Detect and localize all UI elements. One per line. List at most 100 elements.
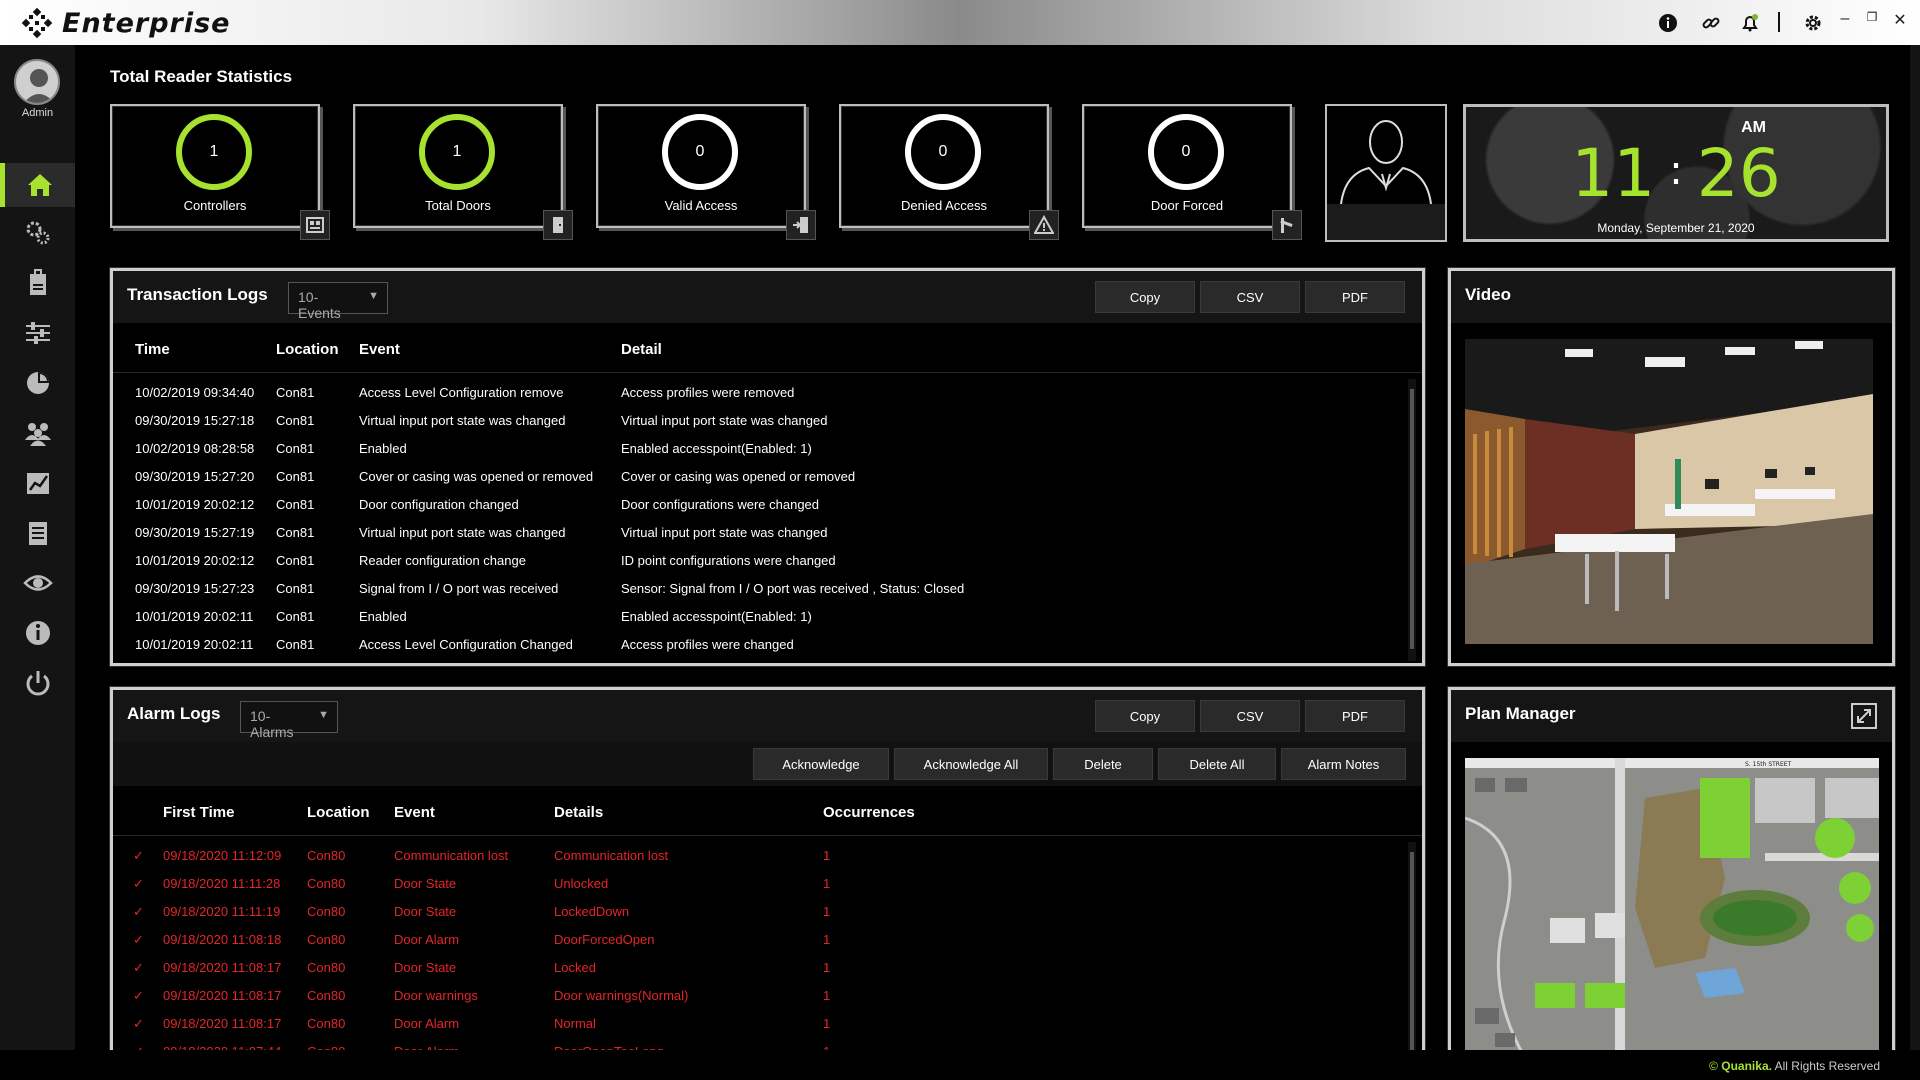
csv-button[interactable]: CSV <box>1200 281 1300 313</box>
current-user-card[interactable] <box>1325 104 1447 242</box>
stat-card-denied-access[interactable]: 0 Denied Access <box>839 104 1059 240</box>
clock-minutes: 26 <box>1696 135 1781 212</box>
alarm-row[interactable]: ✓ 09/18/2020 11:12:09 Con80 Communication l… <box>113 842 1422 870</box>
table-row[interactable]: 10/02/2019 08:28:58 Con81 Enabled Enabled a… <box>113 435 1422 463</box>
alarm-check-icon[interactable]: ✓ <box>133 932 144 948</box>
delete-button[interactable]: Delete <box>1053 748 1153 780</box>
alarm-check-icon[interactable]: ✓ <box>133 876 144 892</box>
csv-button[interactable]: CSV <box>1200 700 1300 732</box>
column-time[interactable]: Time <box>135 341 170 358</box>
avatar[interactable] <box>14 59 60 105</box>
settings-gears-icon <box>26 221 49 245</box>
cell-event: Communication lost <box>394 848 509 863</box>
cell-detail: Sensor: Signal from I / O port was recei… <box>621 581 965 596</box>
table-row[interactable]: 10/01/2019 20:02:12 Con81 Door configurati… <box>113 491 1422 519</box>
minimize-button[interactable]: – <box>1835 10 1855 34</box>
controller-icon <box>300 210 330 240</box>
alarm-notes-button[interactable]: Alarm Notes <box>1281 748 1406 780</box>
cell-time: 10/01/2019 20:02:12 <box>135 497 255 512</box>
cell-time: 09/30/2019 15:27:23 <box>135 581 255 596</box>
column-event[interactable]: Event <box>394 804 435 821</box>
alarm-row[interactable]: ✓ 09/18/2020 11:08:18 Con80 Door Alarm DoorF… <box>113 926 1422 954</box>
sidebar-item-documents[interactable] <box>0 511 75 555</box>
sidebar-item-settings[interactable] <box>0 211 75 255</box>
alarm-row[interactable]: ✓ 09/18/2020 11:11:28 Con80 Door State Unloc… <box>113 870 1422 898</box>
cell-detail: Enabled accesspoint(Enabled: 1) <box>621 441 812 456</box>
table-row[interactable]: 09/30/2019 15:27:18 Con81 Virtual input po… <box>113 407 1422 435</box>
alarm-check-icon[interactable]: ✓ <box>133 848 144 864</box>
sidebar-item-reports[interactable] <box>0 461 75 505</box>
table-row[interactable]: 09/30/2019 15:27:19 Con81 Virtual input po… <box>113 519 1422 547</box>
table-row[interactable]: 10/01/2019 20:02:11 Con81 Access Level Con… <box>113 631 1422 659</box>
table-row[interactable]: 10/01/2019 20:02:12 Con81 Reader configura… <box>113 547 1422 575</box>
sidebar-item-logout[interactable] <box>0 661 75 705</box>
column-location[interactable]: Location <box>307 804 370 821</box>
acknowledge-button[interactable]: Acknowledge <box>753 748 889 780</box>
cell-first-time: 09/18/2020 11:08:18 <box>163 932 282 947</box>
video-feed[interactable] <box>1465 339 1873 644</box>
column-event[interactable]: Event <box>359 341 400 358</box>
column-detail[interactable]: Detail <box>621 341 662 358</box>
app-title: Enterprise <box>62 8 231 39</box>
site-plan-map[interactable]: S. 15th STREET <box>1465 758 1879 1058</box>
footer-rights: All Rights Reserved <box>1774 1059 1880 1073</box>
delete-all-button[interactable]: Delete All <box>1158 748 1276 780</box>
column-details[interactable]: Details <box>554 804 603 821</box>
expand-icon[interactable] <box>1850 702 1878 730</box>
table-row[interactable]: 09/30/2019 15:27:23 Con81 Signal from I / … <box>113 575 1422 603</box>
alarm-row[interactable]: ✓ 09/18/2020 11:08:17 Con80 Door State Locke… <box>113 954 1422 982</box>
bell-icon[interactable] <box>1737 10 1763 36</box>
event-count-select[interactable]: 10-Events ▼ <box>288 282 388 321</box>
copy-button[interactable]: Copy <box>1095 281 1195 313</box>
sidebar-item-home[interactable] <box>0 163 75 207</box>
sidebar-item-controls[interactable] <box>0 311 75 355</box>
gear-icon[interactable] <box>1800 10 1826 36</box>
sliders-icon <box>25 322 50 344</box>
alarm-row[interactable]: ✓ 09/18/2020 11:08:17 Con80 Door Alarm Norma… <box>113 1010 1422 1038</box>
stat-value: 0 <box>905 114 981 190</box>
cell-occurrences: 1 <box>823 904 831 919</box>
scrollbar[interactable] <box>1408 842 1416 1056</box>
pdf-button[interactable]: PDF <box>1305 281 1405 313</box>
stat-card-total-doors[interactable]: 1 Total Doors <box>353 104 573 240</box>
column-first-time[interactable]: First Time <box>163 804 234 821</box>
alarm-action-bar: Acknowledge Acknowledge All Delete Delet… <box>113 742 1422 786</box>
sidebar-item-about[interactable] <box>0 611 75 655</box>
info-icon[interactable] <box>1655 10 1681 36</box>
alarm-check-icon[interactable]: ✓ <box>133 960 144 976</box>
cell-event: Door Alarm <box>394 1016 460 1031</box>
cell-time: 09/30/2019 15:27:20 <box>135 469 255 484</box>
alarm-row[interactable]: ✓ 09/18/2020 11:11:19 Con80 Door State Locke… <box>113 898 1422 926</box>
cell-event: Enabled <box>359 441 407 456</box>
cell-detail: Virtual input port state was changed <box>621 413 828 428</box>
pdf-button[interactable]: PDF <box>1305 700 1405 732</box>
stat-card-valid-access[interactable]: 0 Valid Access <box>596 104 816 240</box>
scrollbar-thumb[interactable] <box>1410 852 1414 1052</box>
alarm-count-select[interactable]: 10-Alarms ▼ <box>240 701 338 740</box>
panel-header: Video <box>1451 271 1892 323</box>
alarm-row[interactable]: ✓ 09/18/2020 11:08:17 Con80 Door warnings Do… <box>113 982 1422 1010</box>
link-icon[interactable] <box>1698 10 1724 36</box>
stat-card-door-forced[interactable]: 0 Door Forced <box>1082 104 1302 240</box>
alarm-check-icon[interactable]: ✓ <box>133 1016 144 1032</box>
scrollbar-thumb[interactable] <box>1410 389 1414 649</box>
table-row[interactable]: 10/02/2019 09:34:40 Con81 Access Level Con… <box>113 379 1422 407</box>
close-button[interactable]: ✕ <box>1890 10 1910 34</box>
alarm-check-icon[interactable]: ✓ <box>133 988 144 1004</box>
scrollbar[interactable] <box>1408 379 1416 661</box>
column-occurrences[interactable]: Occurrences <box>823 804 915 821</box>
table-row[interactable]: 10/01/2019 20:02:11 Con81 Enabled Enabled a… <box>113 603 1422 631</box>
sidebar-item-badges[interactable] <box>0 261 75 305</box>
sidebar-item-monitoring[interactable] <box>0 561 75 605</box>
alarm-check-icon[interactable]: ✓ <box>133 904 144 920</box>
sidebar-item-users[interactable] <box>0 411 75 455</box>
stat-card-controllers[interactable]: 1 Controllers <box>110 104 330 240</box>
column-location[interactable]: Location <box>276 341 339 358</box>
sidebar-item-analytics[interactable] <box>0 361 75 405</box>
table-row[interactable]: 09/30/2019 15:27:20 Con81 Cover or casing … <box>113 463 1422 491</box>
copy-button[interactable]: Copy <box>1095 700 1195 732</box>
cell-location: Con81 <box>276 609 315 624</box>
restore-button[interactable]: ❐ <box>1862 10 1882 34</box>
page-scrollbar[interactable] <box>1910 45 1920 1050</box>
acknowledge-all-button[interactable]: Acknowledge All <box>894 748 1048 780</box>
